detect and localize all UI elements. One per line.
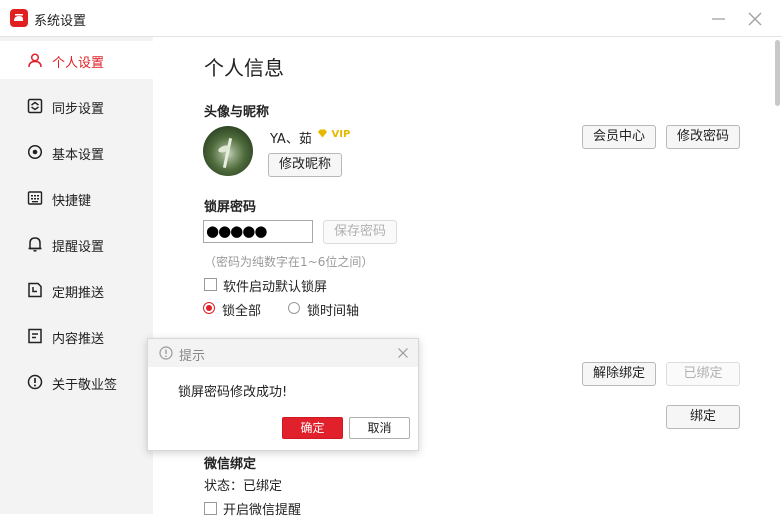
- bell-icon: [27, 236, 43, 252]
- change-password-button[interactable]: 修改密码: [666, 125, 740, 149]
- page-title: 个人信息: [204, 56, 284, 80]
- lock-timeline-label: 锁时间轴: [307, 304, 360, 319]
- sidebar-item-about[interactable]: 关于敬业签: [0, 363, 153, 401]
- lock-timeline-radio[interactable]: [288, 302, 300, 314]
- schedule-icon: [27, 282, 43, 298]
- app-logo-icon: [10, 9, 28, 27]
- sidebar-item-sync[interactable]: 同步设置: [0, 87, 153, 125]
- sidebar-item-label: 同步设置: [52, 102, 105, 117]
- close-icon[interactable]: [742, 6, 768, 32]
- auto-lock-label: 软件启动默认锁屏: [223, 280, 328, 295]
- sidebar-item-label: 定期推送: [52, 286, 105, 301]
- lock-all-label: 锁全部: [222, 304, 262, 319]
- sidebar-item-label: 提醒设置: [52, 240, 105, 255]
- user-icon: [27, 52, 43, 68]
- lock-section-heading: 锁屏密码: [204, 200, 257, 215]
- password-hint: （密码为纯数字在1~6位之间）: [204, 255, 374, 269]
- vip-badge: VIP: [317, 129, 350, 140]
- sidebar-item-label: 关于敬业签: [52, 378, 118, 393]
- sidebar-item-personal[interactable]: 个人设置: [0, 41, 153, 79]
- save-password-button[interactable]: 保存密码: [323, 220, 397, 244]
- content-icon: [27, 328, 43, 344]
- sidebar: 个人设置 同步设置 基本设置 快捷键 提醒设置 定期推送 内容推送 关于敬业签: [0, 37, 153, 514]
- unbind-button[interactable]: 解除绑定: [582, 362, 656, 386]
- window-title: 系统设置: [34, 14, 87, 29]
- bound-button[interactable]: 已绑定: [666, 362, 740, 386]
- sidebar-item-label: 快捷键: [52, 194, 92, 209]
- dialog-title: 提示: [179, 349, 206, 364]
- info-icon: [27, 374, 43, 390]
- sidebar-item-label: 个人设置: [52, 56, 105, 71]
- avatar-section-heading: 头像与昵称: [204, 105, 270, 120]
- sidebar-item-reminders[interactable]: 提醒设置: [0, 225, 153, 263]
- wechat-reminder-checkbox[interactable]: [204, 502, 217, 515]
- dialog-message: 锁屏密码修改成功!: [178, 385, 288, 400]
- keyboard-icon: [27, 190, 43, 206]
- dialog-header: 提示: [148, 339, 418, 367]
- sync-icon: [27, 98, 43, 114]
- bind-button[interactable]: 绑定: [666, 405, 740, 429]
- wechat-reminder-label: 开启微信提醒: [223, 503, 302, 518]
- minimize-icon[interactable]: [706, 6, 732, 32]
- sidebar-item-label: 内容推送: [52, 332, 105, 347]
- diamond-icon: [318, 129, 327, 138]
- avatar[interactable]: [203, 126, 253, 176]
- scrollbar-track[interactable]: [772, 37, 782, 514]
- member-center-button[interactable]: 会员中心: [582, 125, 656, 149]
- sidebar-item-label: 基本设置: [52, 148, 105, 163]
- sidebar-item-scheduled[interactable]: 定期推送: [0, 271, 153, 309]
- scrollbar-thumb[interactable]: [775, 40, 780, 106]
- info-circle-icon: [159, 346, 173, 360]
- sidebar-item-shortcuts[interactable]: 快捷键: [0, 179, 153, 217]
- sidebar-item-basic[interactable]: 基本设置: [0, 133, 153, 171]
- notice-dialog: 提示 锁屏密码修改成功! 确定 取消: [147, 338, 419, 451]
- wechat-section-heading: 微信绑定: [204, 457, 257, 472]
- settings-icon: [27, 144, 43, 160]
- auto-lock-checkbox[interactable]: [204, 278, 217, 291]
- cancel-button[interactable]: 取消: [349, 417, 410, 439]
- sidebar-item-content[interactable]: 内容推送: [0, 317, 153, 355]
- nickname: YA、茹: [270, 132, 312, 147]
- dialog-close-icon[interactable]: [397, 347, 409, 359]
- edit-nickname-button[interactable]: 修改昵称: [268, 153, 342, 177]
- title-bar: 系统设置: [0, 0, 782, 37]
- ok-button[interactable]: 确定: [282, 417, 343, 439]
- lock-password-input[interactable]: ●●●●●: [203, 220, 313, 243]
- wechat-status: 状态：已绑定: [204, 479, 283, 494]
- lock-all-radio[interactable]: [203, 302, 215, 314]
